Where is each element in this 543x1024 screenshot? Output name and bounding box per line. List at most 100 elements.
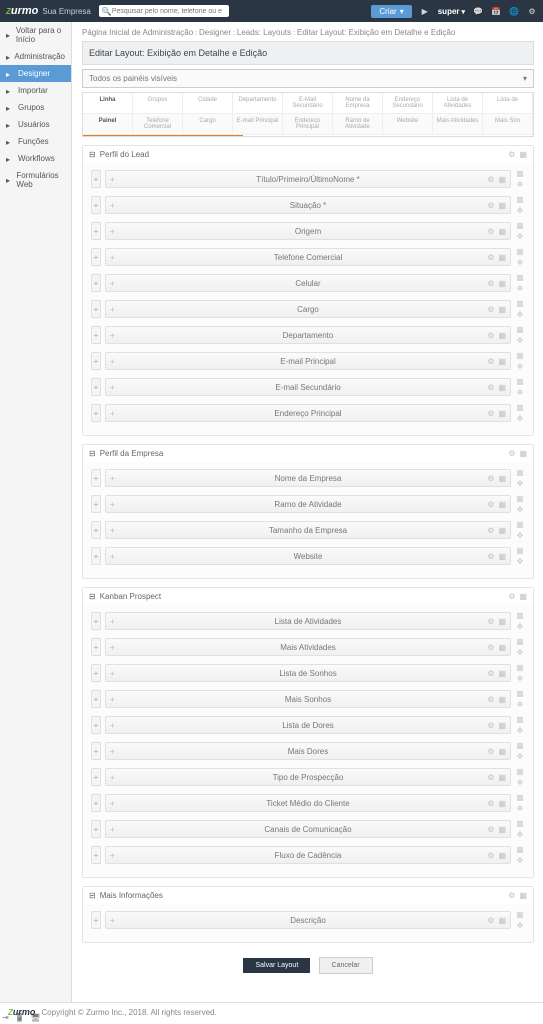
delete-icon[interactable]: ▦: [498, 175, 506, 184]
add-left-button[interactable]: +: [91, 820, 101, 838]
sidebar-item-4[interactable]: ▸Grupos: [0, 99, 71, 116]
gear-icon[interactable]: ⚙: [487, 175, 494, 184]
remove-icon[interactable]: ▦: [515, 663, 525, 672]
remove-icon[interactable]: ▦: [515, 273, 525, 282]
field-item[interactable]: +Lista de Dores⚙▦: [105, 716, 511, 734]
move-icon[interactable]: ✥: [515, 479, 525, 488]
field-item[interactable]: +Título/Primeiro/ÚltimoNome *⚙▦: [105, 170, 511, 188]
delete-icon[interactable]: ▦: [498, 916, 506, 925]
field-item[interactable]: +Origem⚙▦: [105, 222, 511, 240]
add-icon[interactable]: +: [110, 175, 115, 184]
remove-icon[interactable]: ▦: [515, 195, 525, 204]
panel-header[interactable]: ⊟Perfil do Lead⚙▦: [83, 146, 533, 163]
add-icon[interactable]: +: [110, 409, 115, 418]
add-icon[interactable]: +: [110, 669, 115, 678]
field-item[interactable]: +Descrição⚙▦: [105, 911, 511, 929]
remove-icon[interactable]: ▦: [515, 325, 525, 334]
remove-icon[interactable]: ▦: [515, 247, 525, 256]
add-left-button[interactable]: +: [91, 274, 101, 292]
pool-cell[interactable]: Cargo: [183, 114, 233, 135]
create-button[interactable]: Criar▾: [371, 5, 411, 18]
pool-cell[interactable]: Website: [383, 114, 433, 135]
move-icon[interactable]: ✥: [515, 206, 525, 215]
move-icon[interactable]: ✥: [515, 414, 525, 423]
delete-icon[interactable]: ▦: [498, 617, 506, 626]
move-icon[interactable]: ✥: [515, 557, 525, 566]
gear-icon[interactable]: ⚙: [508, 449, 515, 458]
sidebar-item-1[interactable]: ▸Administração: [0, 48, 71, 65]
field-item[interactable]: +Tamanho da Empresa⚙▦: [105, 521, 511, 539]
add-left-button[interactable]: +: [91, 612, 101, 630]
move-icon[interactable]: ✥: [515, 232, 525, 241]
add-icon[interactable]: +: [110, 721, 115, 730]
pool-cell[interactable]: Endereço Secundário: [383, 93, 433, 114]
delete-icon[interactable]: ▦: [498, 305, 506, 314]
pool-cell[interactable]: Telefone Comercial: [133, 114, 183, 135]
gear-icon[interactable]: ⚙: [487, 851, 494, 860]
delete-icon[interactable]: ▦: [498, 201, 506, 210]
add-left-button[interactable]: +: [91, 469, 101, 487]
delete-icon[interactable]: ▦: [498, 409, 506, 418]
field-item[interactable]: +Canais de Comunicação⚙▦: [105, 820, 511, 838]
gear-icon[interactable]: ⚙: [487, 799, 494, 808]
gear-icon[interactable]: ⚙: [487, 357, 494, 366]
move-icon[interactable]: ✥: [515, 258, 525, 267]
add-icon[interactable]: +: [110, 500, 115, 509]
add-icon[interactable]: +: [110, 227, 115, 236]
add-icon[interactable]: +: [110, 851, 115, 860]
delete-icon[interactable]: ▦: [498, 799, 506, 808]
add-left-button[interactable]: +: [91, 547, 101, 565]
pool-cell[interactable]: Lista de: [483, 93, 533, 114]
move-icon[interactable]: ✥: [515, 856, 525, 865]
delete-icon[interactable]: ▦: [498, 227, 506, 236]
pool-cell[interactable]: E-mail Principal: [233, 114, 283, 135]
gear-icon[interactable]: ⚙: [487, 552, 494, 561]
sidebar-item-3[interactable]: ▸Importar: [0, 82, 71, 99]
add-icon[interactable]: +: [110, 643, 115, 652]
move-icon[interactable]: ✥: [515, 921, 525, 930]
gear-icon[interactable]: ⚙: [487, 500, 494, 509]
field-item[interactable]: +Cargo⚙▦: [105, 300, 511, 318]
remove-icon[interactable]: ▦: [515, 221, 525, 230]
pool-cell[interactable]: Linha: [83, 93, 133, 114]
field-item[interactable]: +Mais Sonhos⚙▦: [105, 690, 511, 708]
remove-icon[interactable]: ▦: [515, 637, 525, 646]
delete-icon[interactable]: ▦: [498, 552, 506, 561]
move-icon[interactable]: ✥: [515, 622, 525, 631]
add-left-button[interactable]: +: [91, 196, 101, 214]
add-icon[interactable]: +: [110, 695, 115, 704]
gear-icon[interactable]: ⚙: [487, 747, 494, 756]
delete-icon[interactable]: ▦: [498, 851, 506, 860]
search-input[interactable]: [112, 8, 222, 15]
delete-icon[interactable]: ▦: [519, 150, 527, 159]
add-icon[interactable]: +: [110, 825, 115, 834]
add-icon[interactable]: +: [110, 279, 115, 288]
move-icon[interactable]: ✥: [515, 362, 525, 371]
field-item[interactable]: +Mais Dores⚙▦: [105, 742, 511, 760]
globe-icon[interactable]: 🌐: [509, 6, 519, 16]
breadcrumb-admin[interactable]: Página Inicial de Administração: [82, 28, 193, 37]
add-icon[interactable]: +: [110, 357, 115, 366]
move-icon[interactable]: ✥: [515, 752, 525, 761]
remove-icon[interactable]: ▦: [515, 793, 525, 802]
gear-icon[interactable]: ⚙: [487, 331, 494, 340]
panel-header[interactable]: ⊟Mais Informações⚙▦: [83, 887, 533, 904]
field-item[interactable]: +Lista de Atividades⚙▦: [105, 612, 511, 630]
user-menu[interactable]: super ▾: [438, 7, 465, 16]
field-item[interactable]: +Ramo de Atividade⚙▦: [105, 495, 511, 513]
remove-icon[interactable]: ▦: [515, 377, 525, 386]
add-left-button[interactable]: +: [91, 300, 101, 318]
sidebar-item-7[interactable]: ▸Workflows: [0, 150, 71, 167]
pool-cell[interactable]: Endereço Principal: [283, 114, 333, 135]
remove-icon[interactable]: ▦: [515, 494, 525, 503]
add-left-button[interactable]: +: [91, 742, 101, 760]
delete-icon[interactable]: ▦: [498, 747, 506, 756]
remove-icon[interactable]: ▦: [515, 299, 525, 308]
add-icon[interactable]: +: [110, 331, 115, 340]
field-item[interactable]: +Tipo de Prospecção⚙▦: [105, 768, 511, 786]
remove-icon[interactable]: ▦: [515, 767, 525, 776]
remove-icon[interactable]: ▦: [515, 611, 525, 620]
gear-icon[interactable]: ⚙: [508, 150, 515, 159]
add-left-button[interactable]: +: [91, 846, 101, 864]
move-icon[interactable]: ✥: [515, 830, 525, 839]
